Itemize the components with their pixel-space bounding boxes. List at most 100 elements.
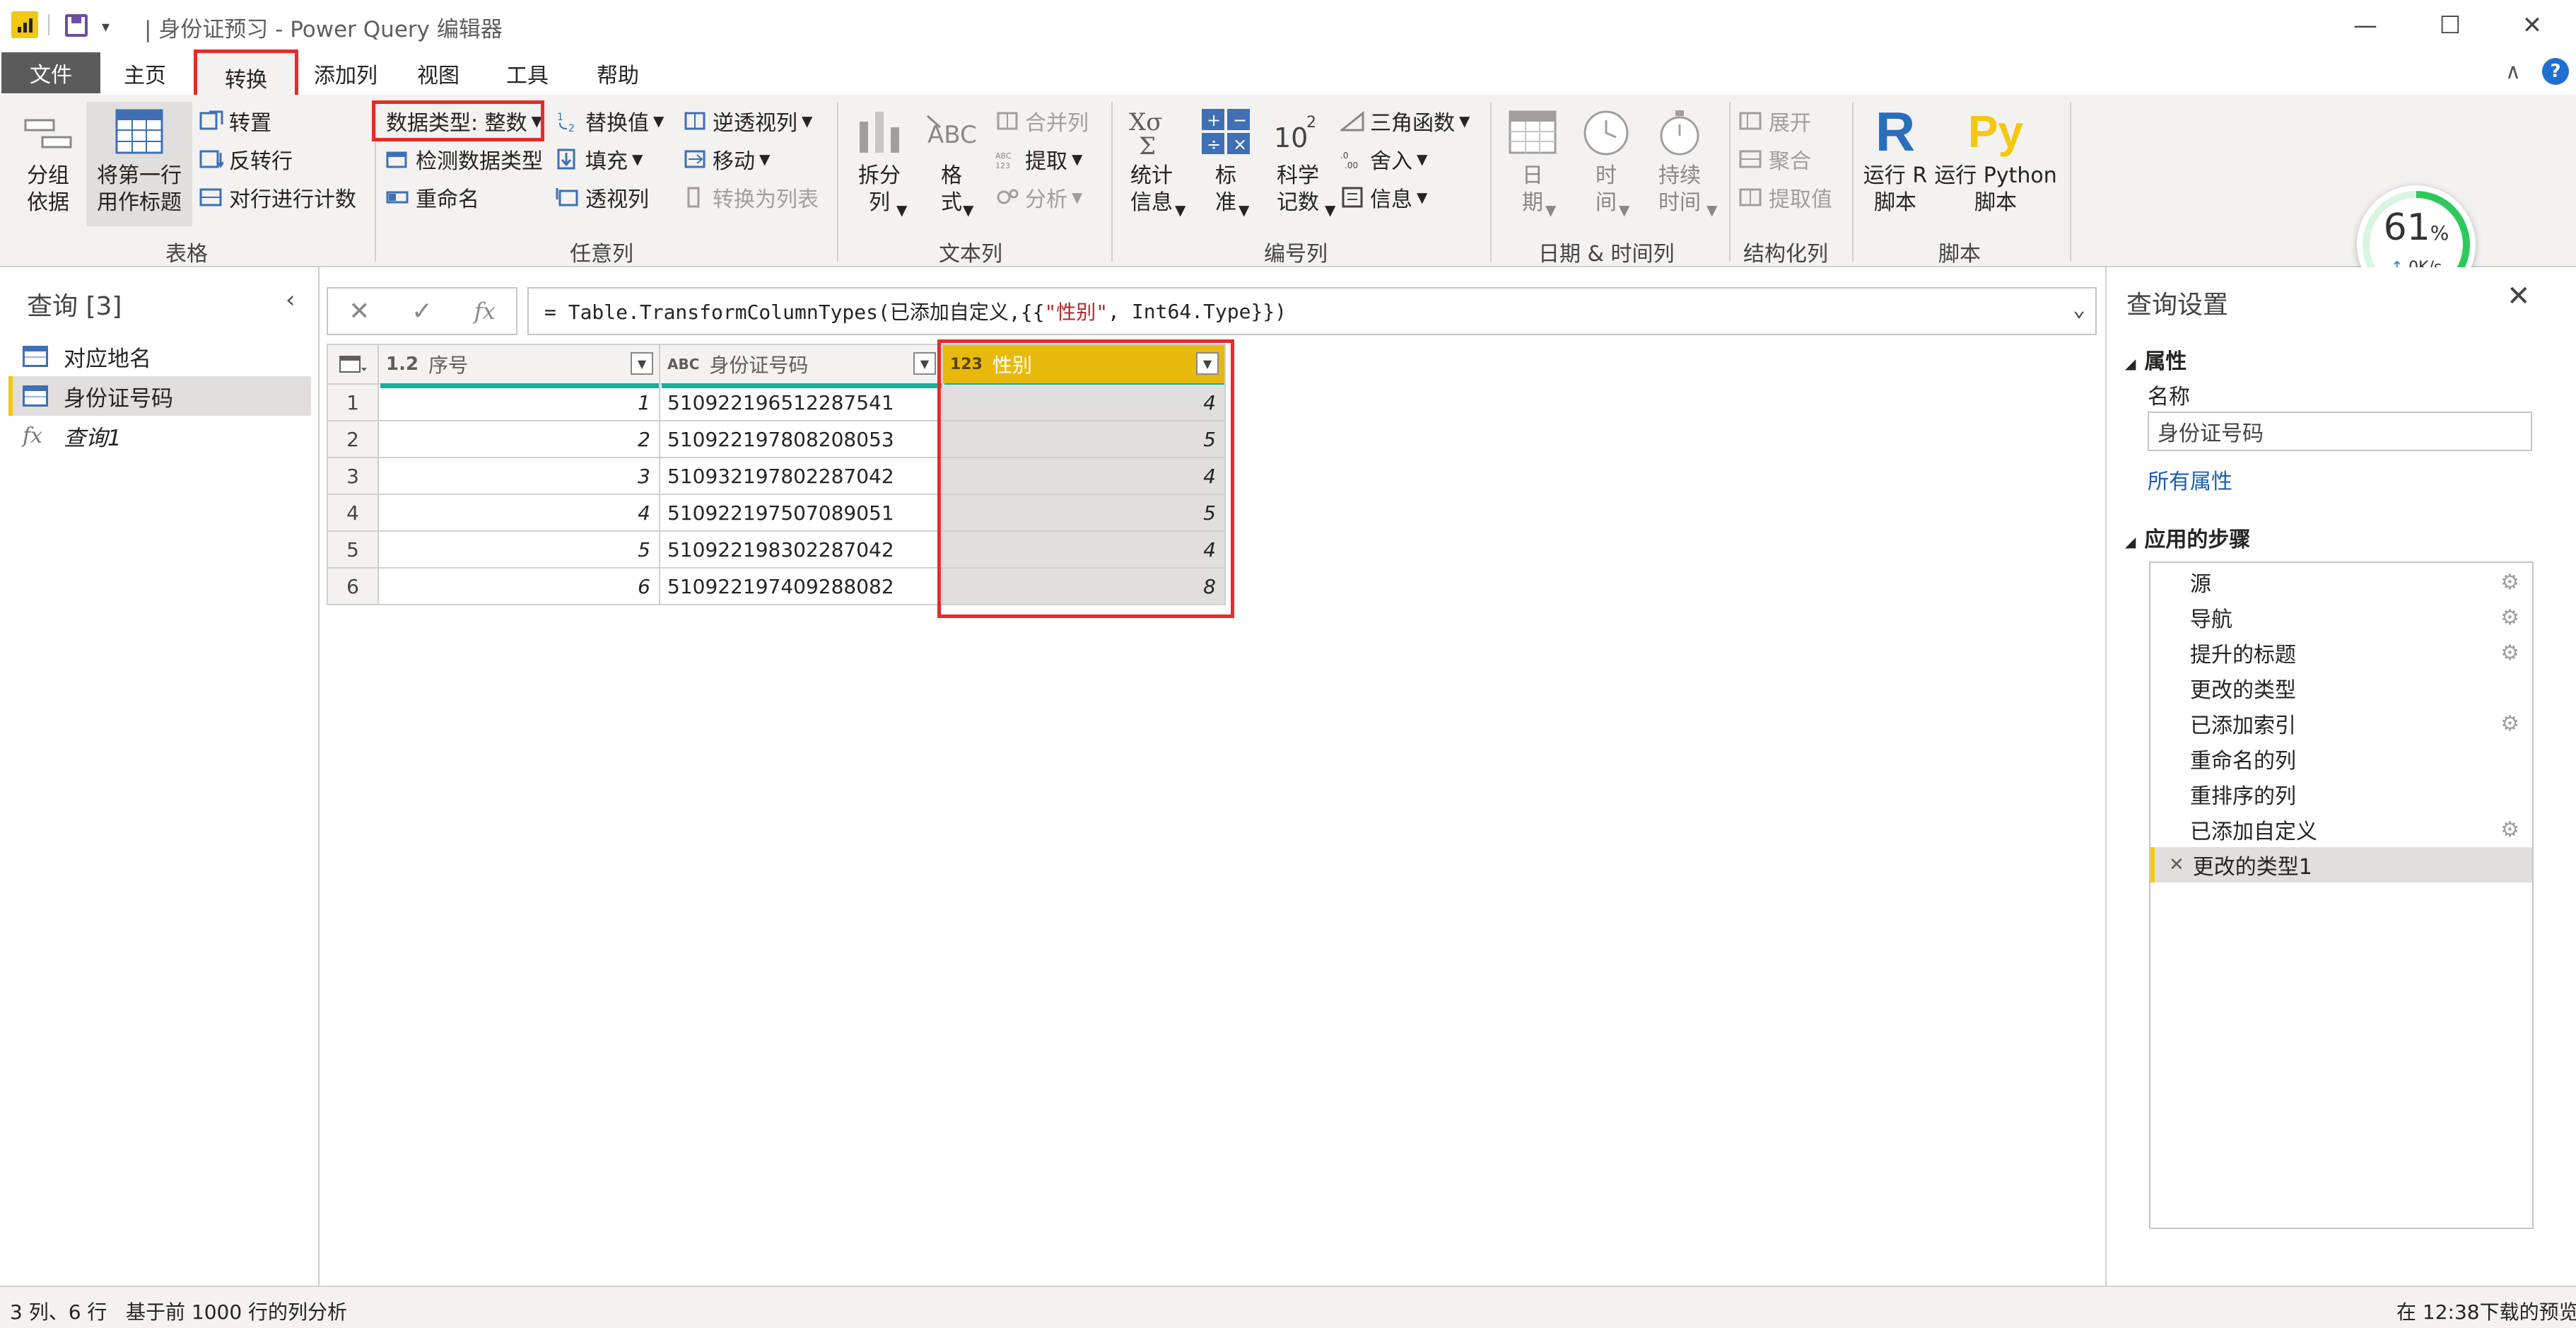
group-by-button[interactable]: 分组 依据 xyxy=(21,106,75,216)
table-cell[interactable]: 4 xyxy=(943,532,1226,569)
decimal-type-icon[interactable]: 1.2 xyxy=(386,354,418,375)
row-number[interactable]: 1 xyxy=(327,385,379,421)
whole-number-type-icon[interactable]: 123 xyxy=(950,356,983,373)
quick-access-dropdown-icon[interactable]: ▾ xyxy=(102,18,110,36)
step-item[interactable]: 重命名的列 xyxy=(2150,741,2532,776)
rename-button[interactable]: 重命名 xyxy=(386,181,479,214)
table-cell[interactable]: 510932197802287042 xyxy=(660,458,943,495)
pivot-column-button[interactable]: 透视列 xyxy=(556,181,649,214)
row-number[interactable]: 5 xyxy=(327,532,379,569)
filter-dropdown-icon[interactable]: ▼ xyxy=(1196,352,1219,375)
aggregate-button[interactable]: 聚合 xyxy=(1739,143,1811,175)
close-button[interactable]: ✕ xyxy=(2504,6,2560,45)
row-number[interactable]: 3 xyxy=(327,458,379,495)
table-cell[interactable]: 5 xyxy=(379,532,660,569)
date-button[interactable]: 日 期 ▼ xyxy=(1504,106,1561,219)
tab-add-column[interactable]: 添加列 xyxy=(300,54,392,93)
gear-icon[interactable]: ⚙ xyxy=(2500,817,2519,842)
fill-button[interactable]: 填充 ▼ xyxy=(556,143,643,175)
query-item-0[interactable]: 对应地名 xyxy=(8,337,311,376)
step-item[interactable]: 已添加自定义 ⚙ xyxy=(2150,812,2532,847)
transpose-button[interactable]: 转置 xyxy=(199,105,271,137)
save-icon[interactable] xyxy=(65,14,88,37)
unpivot-columns-button[interactable]: 逆透视列 ▼ xyxy=(683,105,812,137)
format-button[interactable]: ABC 格 式 ▼ xyxy=(923,106,980,219)
filter-dropdown-icon[interactable]: ▼ xyxy=(631,352,653,375)
table-cell[interactable]: 8 xyxy=(943,569,1226,605)
trigonometry-button[interactable]: 三角函数 ▼ xyxy=(1338,105,1470,137)
gear-icon[interactable]: ⚙ xyxy=(2500,570,2519,595)
applied-steps-section-header[interactable]: ◢ 应用的步骤 xyxy=(2125,522,2250,553)
run-python-script-button[interactable]: Py 运行 Python 脚本 xyxy=(1933,106,2059,216)
merge-columns-button[interactable]: 合并列 xyxy=(995,105,1089,137)
step-item[interactable]: 提升的标题 ⚙ xyxy=(2150,635,2532,670)
column-header-index[interactable]: 1.2 序号 ▼ xyxy=(379,344,660,385)
expand-formula-icon[interactable]: ⌄ xyxy=(2073,297,2085,322)
delete-step-icon[interactable]: ✕ xyxy=(2169,854,2184,875)
table-cell[interactable]: 5 xyxy=(943,421,1226,458)
expand-button[interactable]: 展开 xyxy=(1739,105,1811,137)
split-column-button[interactable]: 拆分 列 ▼ xyxy=(851,106,908,219)
reverse-rows-button[interactable]: 反转行 xyxy=(199,143,293,175)
rounding-button[interactable]: .0.00 舍入 ▼ xyxy=(1340,143,1427,175)
table-cell[interactable]: 1 xyxy=(379,385,660,421)
table-cell[interactable]: 4 xyxy=(943,385,1226,421)
row-number[interactable]: 2 xyxy=(327,421,379,458)
row-number[interactable]: 6 xyxy=(327,569,379,605)
standard-button[interactable]: + − ÷ × 标 准 ▼ xyxy=(1198,106,1254,219)
step-item[interactable]: 已添加索引 ⚙ xyxy=(2150,706,2532,741)
collapse-pane-icon[interactable]: ‹ xyxy=(286,286,295,314)
information-button[interactable]: 信息 ▼ xyxy=(1340,181,1427,214)
table-cell[interactable]: 510922196512287541 xyxy=(660,385,943,421)
run-r-script-button[interactable]: R 运行 R 脚本 xyxy=(1859,104,1931,216)
replace-values-button[interactable]: 1 2 替换值 ▼ xyxy=(556,105,664,137)
count-rows-button[interactable]: 对行进行计数 xyxy=(199,181,356,214)
extract-values-button[interactable]: 提取值 xyxy=(1739,181,1832,214)
step-item[interactable]: 导航 ⚙ xyxy=(2150,600,2532,635)
table-cell[interactable]: 2 xyxy=(379,421,660,458)
query-item-2[interactable]: fx 查询1 xyxy=(8,416,311,455)
query-name-input[interactable]: 身份证号码 xyxy=(2148,412,2532,451)
scientific-button[interactable]: 10 2 科学 记数 ▼ xyxy=(1265,106,1335,219)
step-item-selected[interactable]: ✕ 更改的类型1 xyxy=(2150,847,2532,883)
table-cell[interactable]: 510922197507089051 xyxy=(660,495,943,532)
detect-data-type-button[interactable]: 检测数据类型 xyxy=(386,143,543,175)
table-cell[interactable]: 510922198302287042 xyxy=(660,532,943,569)
table-cell[interactable]: 5 xyxy=(943,495,1226,532)
gear-icon[interactable]: ⚙ xyxy=(2500,641,2519,665)
ribbon-collapse-icon[interactable]: ∧ xyxy=(2505,59,2521,84)
query-item-1[interactable]: 身份证号码 xyxy=(8,376,311,416)
move-button[interactable]: 移动 ▼ xyxy=(683,143,770,175)
formula-input[interactable]: = Table.TransformColumnTypes(已添加自定义,{{"性… xyxy=(527,287,2097,335)
tab-tools[interactable]: 工具 xyxy=(492,54,563,93)
table-menu-button[interactable] xyxy=(327,344,379,385)
text-type-icon[interactable]: ABC xyxy=(667,356,699,373)
statistics-button[interactable]: Xσ Σ 统计 信息 ▼ xyxy=(1120,106,1185,219)
tab-home[interactable]: 主页 xyxy=(106,54,184,93)
column-header-id-number[interactable]: ABC 身份证号码 ▼ xyxy=(660,344,943,385)
table-cell[interactable]: 6 xyxy=(379,569,660,605)
column-profiling-status[interactable]: 基于前 1000 行的列分析 xyxy=(126,1297,347,1325)
step-item[interactable]: 重排序的列 xyxy=(2150,776,2532,812)
table-cell[interactable]: 510922197409288082 xyxy=(660,569,943,605)
maximize-button[interactable]: ☐ xyxy=(2422,6,2478,45)
filter-dropdown-icon[interactable]: ▼ xyxy=(913,352,936,375)
table-cell[interactable]: 4 xyxy=(943,458,1226,495)
extract-button[interactable]: ABC 123 提取 ▼ xyxy=(995,143,1082,175)
step-item[interactable]: 源 ⚙ xyxy=(2150,564,2532,600)
tab-help[interactable]: 帮助 xyxy=(582,54,653,93)
check-icon[interactable]: ✓ xyxy=(411,297,433,326)
gear-icon[interactable]: ⚙ xyxy=(2500,605,2519,630)
duration-button[interactable]: 持续 时间 ▼ xyxy=(1646,106,1717,219)
close-icon[interactable]: ✕ xyxy=(2507,280,2531,313)
convert-to-list-button[interactable]: 转换为列表 xyxy=(683,181,819,214)
tab-view[interactable]: 视图 xyxy=(403,54,474,93)
help-icon[interactable]: ? xyxy=(2542,58,2569,85)
parse-button[interactable]: 分析 ▼ xyxy=(995,181,1082,214)
column-header-gender[interactable]: 123 性别 ▼ xyxy=(943,344,1226,385)
use-first-row-headers-button[interactable]: 将第一行 用作标题 xyxy=(86,102,192,226)
table-cell[interactable]: 4 xyxy=(379,495,660,532)
row-number[interactable]: 4 xyxy=(327,495,379,532)
time-button[interactable]: 时 间 ▼ xyxy=(1578,106,1634,219)
tab-file[interactable]: 文件 xyxy=(1,52,100,93)
